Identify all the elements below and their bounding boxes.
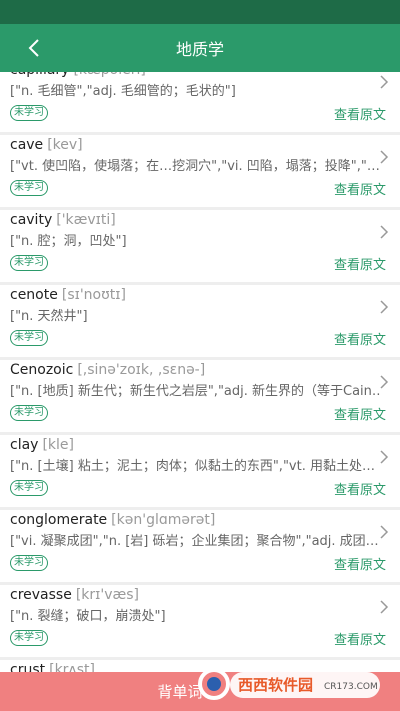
word-phonetic: [kev] <box>47 137 83 153</box>
view-original-link[interactable]: 查看原文 <box>334 479 386 498</box>
back-button[interactable] <box>22 36 46 60</box>
word-meaning: ["n. [土壤] 粘土；泥土；肉体；似黏土的东西","vt. 用黏土处… <box>10 459 375 474</box>
word-line: cavity ['kævɪti] <box>10 212 116 228</box>
word-list-item[interactable]: crevasse [krɪ'væs] ["n. 裂缝；破口，崩溃处"] 未学习 查看原文 <box>0 585 400 657</box>
word-meaning: ["n. 毛细管","adj. 毛细管的；毛状的"] <box>10 84 236 99</box>
learning-status-badge: 未学习 <box>10 480 48 496</box>
word-meaning: ["n. 腔；洞，凹处"] <box>10 234 127 249</box>
chevron-right-icon <box>380 150 389 164</box>
word-text: crevasse <box>10 587 72 603</box>
watermark-text: 西西软件园 <box>238 676 313 694</box>
chevron-right-icon <box>380 75 389 89</box>
learning-status-badge: 未学习 <box>10 555 48 571</box>
word-text: clay <box>10 437 39 453</box>
word-text: cave <box>10 137 44 153</box>
word-line: crevasse [krɪ'væs] <box>10 587 139 603</box>
chevron-right-icon <box>380 450 389 464</box>
word-line: cave [kev] <box>10 137 83 153</box>
word-text: capillary <box>10 72 69 78</box>
chevron-left-icon <box>28 39 39 57</box>
word-line: conglomerate [kən'glɑmərət] <box>10 512 215 528</box>
word-meaning: ["n. [地质] 新生代；新生代之岩层","adj. 新生界的（等于Cain… <box>10 384 380 399</box>
page-title: 地质学 <box>175 40 224 59</box>
word-line: crust [krʌst] <box>10 662 95 672</box>
word-text: crust <box>10 662 46 672</box>
learning-status-badge: 未学习 <box>10 255 48 271</box>
word-text: Cenozoic <box>10 362 74 378</box>
word-line: clay [kle] <box>10 437 74 453</box>
word-text: cenote <box>10 287 58 303</box>
word-phonetic: [kæpəleri] <box>73 72 145 78</box>
view-original-link[interactable]: 查看原文 <box>334 329 386 348</box>
word-line: capillary [kæpəleri] <box>10 72 146 78</box>
learning-status-badge: 未学习 <box>10 180 48 196</box>
word-list[interactable]: capillary [kæpəleri] ["n. 毛细管","adj. 毛细管的；… <box>0 72 400 672</box>
watermark-logo: 西西软件园 CR173.COM <box>198 668 380 700</box>
learning-status-badge: 未学习 <box>10 405 48 421</box>
word-text: conglomerate <box>10 512 108 528</box>
word-list-item[interactable]: cave [kev] ["vt. 使凹陷，使塌落；在…挖洞穴","vi. 凹陷，塌落… <box>0 135 400 207</box>
view-original-link[interactable]: 查看原文 <box>334 104 386 123</box>
word-phonetic: [kle] <box>42 437 74 453</box>
chevron-right-icon <box>380 525 389 539</box>
chevron-right-icon <box>380 225 389 239</box>
word-phonetic: [kən'glɑmərət] <box>111 512 216 528</box>
view-original-link[interactable]: 查看原文 <box>334 629 386 648</box>
word-list-item[interactable]: capillary [kæpəleri] ["n. 毛细管","adj. 毛细管的；… <box>0 72 400 132</box>
word-meaning: ["n. 裂缝；破口，崩溃处"] <box>10 609 166 624</box>
word-line: cenote [sɪ'noʊtɪ] <box>10 287 126 303</box>
word-meaning: ["n. 天然井"] <box>10 309 88 324</box>
learning-status-badge: 未学习 <box>10 630 48 646</box>
word-phonetic: [krɪ'væs] <box>75 587 139 603</box>
word-meaning: ["vi. 凝聚成团","n. [岩] 砾岩；企业集团；聚合物","adj. 成… <box>10 534 379 549</box>
view-original-link[interactable]: 查看原文 <box>334 254 386 273</box>
chevron-right-icon <box>380 375 389 389</box>
word-list-item[interactable]: cavity ['kævɪti] ["n. 腔；洞，凹处"] 未学习 查看原文 <box>0 210 400 282</box>
word-list-item[interactable]: cenote [sɪ'noʊtɪ] ["n. 天然井"] 未学习 查看原文 <box>0 285 400 357</box>
learning-status-badge: 未学习 <box>10 330 48 346</box>
word-line: Cenozoic [,sinə'zoɪk, ,sɛnə-] <box>10 362 205 378</box>
word-list-item[interactable]: conglomerate [kən'glɑmərət] ["vi. 凝聚成团","n… <box>0 510 400 582</box>
watermark-url: CR173.COM <box>324 682 378 692</box>
word-list-item[interactable]: clay [kle] ["n. [土壤] 粘土；泥土；肉体；似黏土的东西","vt.… <box>0 435 400 507</box>
word-meaning: ["vt. 使凹陷，使塌落；在…挖洞穴","vi. 凹陷，塌落；投降","… <box>10 159 380 174</box>
view-original-link[interactable]: 查看原文 <box>334 554 386 573</box>
chevron-right-icon <box>380 600 389 614</box>
word-phonetic: [sɪ'noʊtɪ] <box>61 287 126 303</box>
view-original-link[interactable]: 查看原文 <box>334 179 386 198</box>
status-bar <box>0 0 400 24</box>
word-phonetic: [,sinə'zoɪk, ,sɛnə-] <box>77 362 206 378</box>
word-text: cavity <box>10 212 53 228</box>
word-phonetic: ['kævɪti] <box>56 212 116 228</box>
chevron-right-icon <box>380 300 389 314</box>
word-phonetic: [krʌst] <box>49 662 95 672</box>
learning-status-badge: 未学习 <box>10 105 48 121</box>
word-list-item[interactable]: Cenozoic [,sinə'zoɪk, ,sɛnə-] ["n. [地质] 新生… <box>0 360 400 432</box>
view-original-link[interactable]: 查看原文 <box>334 404 386 423</box>
top-nav-bar: 地质学 <box>0 24 400 72</box>
